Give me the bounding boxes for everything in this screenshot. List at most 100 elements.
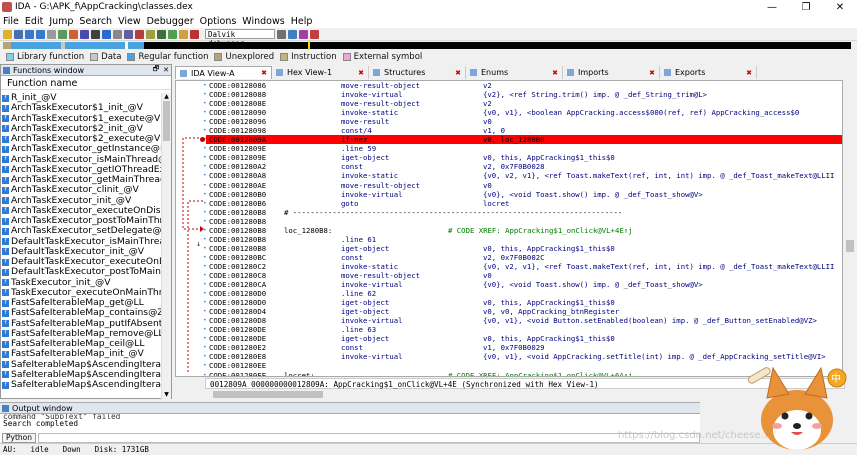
code-line[interactable]: • CODE:00128086 move-result-object v2 xyxy=(203,81,842,90)
function-list-item[interactable]: f FastSafeIterableMap_contains@ZL xyxy=(1,308,161,318)
code-line[interactable]: • CODE:00128090 invoke-static {v0, v1}, <bo… xyxy=(203,108,842,117)
tab-close-icon[interactable]: ✖ xyxy=(455,69,461,77)
function-list-item[interactable]: f ArchTaskExecutor_init_@V xyxy=(1,196,161,206)
code-line[interactable]: • CODE:001280D0 .line 62 xyxy=(203,289,842,298)
maximize-button[interactable]: ❐ xyxy=(789,0,823,14)
function-list-item[interactable]: f ArchTaskExecutor_getInstance@L xyxy=(1,144,161,154)
menu-options[interactable]: Options xyxy=(200,16,237,27)
menu-windows[interactable]: Windows xyxy=(242,16,284,27)
code-line[interactable]: • CODE:0012809E .line 59 xyxy=(203,144,842,153)
code-line[interactable]: • CODE:001280C2 invoke-static {v0, v2, v1},… xyxy=(203,262,842,271)
struct-icon[interactable] xyxy=(135,29,144,39)
highlighted-code-line[interactable]: •CODE:0012809Aif-nezv0, loc_1280B8 xyxy=(200,135,842,145)
code-line[interactable]: • CODE:001280C8 move-result-object v0 xyxy=(203,271,842,280)
code-line[interactable]: • CODE:001280B8 loc_1280B8: # CODE XREF: Ap… xyxy=(203,226,842,235)
enum-icon[interactable] xyxy=(146,29,155,39)
function-list-item[interactable]: f TaskExecutor_init_@V xyxy=(1,278,161,288)
tab-structures[interactable]: Structures ✖ xyxy=(369,66,466,79)
navigation-band[interactable] xyxy=(3,41,851,50)
search-icon[interactable] xyxy=(58,29,67,39)
menu-view[interactable]: View xyxy=(118,16,141,27)
text-search-icon[interactable] xyxy=(80,29,89,39)
code-line[interactable]: • CODE:001280B8 xyxy=(203,217,842,226)
menu-search[interactable]: Search xyxy=(79,16,112,27)
function-list-item[interactable]: fFastSafeIterableMap_putIfAbsent@LL xyxy=(1,319,161,329)
disassembly-view[interactable]: ↓ • CODE:00128086 move-result-object v2 • COD… xyxy=(175,80,843,377)
minimize-button[interactable]: — xyxy=(755,0,789,14)
scroll-thumb[interactable] xyxy=(213,391,323,398)
code-line[interactable]: • CODE:00128088 invoke-virtual {v2}, <ref S… xyxy=(203,90,842,99)
close-button[interactable]: ✕ xyxy=(823,0,857,14)
tab-close-icon[interactable]: ✖ xyxy=(746,69,752,77)
function-list-item[interactable]: fArchTaskExecutor_getIOThreadExecute xyxy=(1,165,161,175)
function-list-item[interactable]: fSafeIterableMap$AscendingIterator_b xyxy=(1,360,161,370)
code-line[interactable]: • CODE:001280D4 iget-object v0, v0, AppCrac… xyxy=(203,307,842,316)
panel-close-icon[interactable]: ✕ xyxy=(161,66,171,74)
code-line[interactable]: • CODE:001280AE move-result-object v0 xyxy=(203,181,842,190)
menu-jump[interactable]: Jump xyxy=(49,16,73,27)
tab-exports[interactable]: Exports ✖ xyxy=(660,66,757,79)
menu-file[interactable]: File xyxy=(3,16,19,27)
functions-scrollbar[interactable]: ▲ ▼ xyxy=(161,93,171,399)
function-list-item[interactable]: f ArchTaskExecutor$1_execute@VL xyxy=(1,114,161,124)
scroll-down-icon[interactable]: ▼ xyxy=(162,391,171,399)
code-line[interactable]: • CODE:001280A2 const v2, 0x7F0B0028 xyxy=(203,162,842,171)
code-line[interactable]: • CODE:001280E2 const v1, 0x7F0B0029 xyxy=(203,343,842,352)
menu-edit[interactable]: Edit xyxy=(25,16,43,27)
code-icon[interactable] xyxy=(91,29,100,39)
binary-search-icon[interactable] xyxy=(69,29,78,39)
forward-icon[interactable] xyxy=(36,29,45,39)
code-line[interactable]: • CODE:001280BC const v2, 0x7F0B002C xyxy=(203,253,842,262)
python-command-input[interactable] xyxy=(38,432,700,443)
scroll-thumb[interactable] xyxy=(163,101,170,141)
graph-icon[interactable] xyxy=(157,29,166,39)
detach-icon[interactable] xyxy=(310,29,319,39)
debugger-select[interactable]: Dalvik debugger xyxy=(205,29,275,48)
function-list-item[interactable]: fArchTaskExecutor_postToMainThread@ xyxy=(1,216,161,226)
tab-close-icon[interactable]: ✖ xyxy=(552,69,558,77)
undefine-icon[interactable] xyxy=(113,29,122,39)
code-line[interactable]: • CODE:00128098 const/4 v1, 0 xyxy=(203,126,842,135)
data-icon[interactable] xyxy=(102,29,111,39)
function-list-item[interactable]: fArchTaskExecutor_executeOnDiskIO@ xyxy=(1,206,161,216)
panel-float-icon[interactable]: 🗗 xyxy=(151,65,161,76)
function-list-item[interactable]: f FastSafeIterableMap_init_@V xyxy=(1,349,161,359)
function-icon[interactable] xyxy=(124,29,133,39)
save-icon[interactable] xyxy=(14,29,23,39)
function-list-item[interactable]: f FastSafeIterableMap_ceil@LL xyxy=(1,339,161,349)
menu-help[interactable]: Help xyxy=(291,16,313,27)
tab-imports[interactable]: Imports ✖ xyxy=(563,66,660,79)
back-icon[interactable] xyxy=(25,29,34,39)
code-line[interactable]: • CODE:001280DE .line 63 xyxy=(203,325,842,334)
function-list-item[interactable]: f ArchTaskExecutor$2_execute@VL xyxy=(1,134,161,144)
function-list-item[interactable]: fDefaultTaskExecutor_executeOnDiskIO xyxy=(1,257,161,267)
function-list-item[interactable]: f FastSafeIterableMap_remove@LL xyxy=(1,329,161,339)
scroll-thumb[interactable] xyxy=(846,240,854,252)
disassembly-hscrollbar[interactable] xyxy=(205,390,745,399)
code-line[interactable]: • CODE:0012809E iget-object v0, this, AppCr… xyxy=(203,153,842,162)
code-line[interactable]: • CODE:001280B8 # ------------------------… xyxy=(203,208,842,217)
function-list-item[interactable]: fSafeIterableMap$AscendingIterator_f xyxy=(1,370,161,380)
function-name-column-header[interactable]: Function name xyxy=(1,76,171,90)
function-list-item[interactable]: fTaskExecutor_executeOnMainThread@ xyxy=(1,288,161,298)
function-list-item[interactable]: fDefaultTaskExecutor_postToMainThrea xyxy=(1,267,161,277)
menu-debugger[interactable]: Debugger xyxy=(147,16,194,27)
function-list-item[interactable]: f R_init_@V xyxy=(1,93,161,103)
code-line[interactable]: • CODE:0012808E move-result-object v2 xyxy=(203,99,842,108)
code-line[interactable]: • CODE:00128096 move-result v0 xyxy=(203,117,842,126)
pause-icon[interactable] xyxy=(179,29,188,39)
function-list-item[interactable]: fDefaultTaskExecutor_isMainThread@Z xyxy=(1,237,161,247)
code-line[interactable]: • CODE:001280A8 invoke-static {v0, v2, v1},… xyxy=(203,171,842,180)
function-list-item[interactable]: f ArchTaskExecutor_setDelegate@VL xyxy=(1,226,161,236)
disassembly-scrollbar[interactable] xyxy=(844,80,857,377)
function-list-item[interactable]: f DefaultTaskExecutor_init_@V xyxy=(1,247,161,257)
tab-close-icon[interactable]: ✖ xyxy=(358,69,364,77)
code-line[interactable]: • CODE:001280B8 .line 61 xyxy=(203,235,842,244)
tab-enums[interactable]: Enums ✖ xyxy=(466,66,563,79)
tab-close-icon[interactable]: ✖ xyxy=(649,69,655,77)
code-line[interactable]: • CODE:001280CA invoke-virtual {v0}, <void … xyxy=(203,280,842,289)
code-line[interactable]: • CODE:001280B0 invoke-virtual {v0}, <void … xyxy=(203,190,842,199)
function-list-item[interactable]: f FastSafeIterableMap_get@LL xyxy=(1,298,161,308)
attach-icon[interactable] xyxy=(288,29,297,39)
breakpoint-icon[interactable] xyxy=(299,29,308,39)
